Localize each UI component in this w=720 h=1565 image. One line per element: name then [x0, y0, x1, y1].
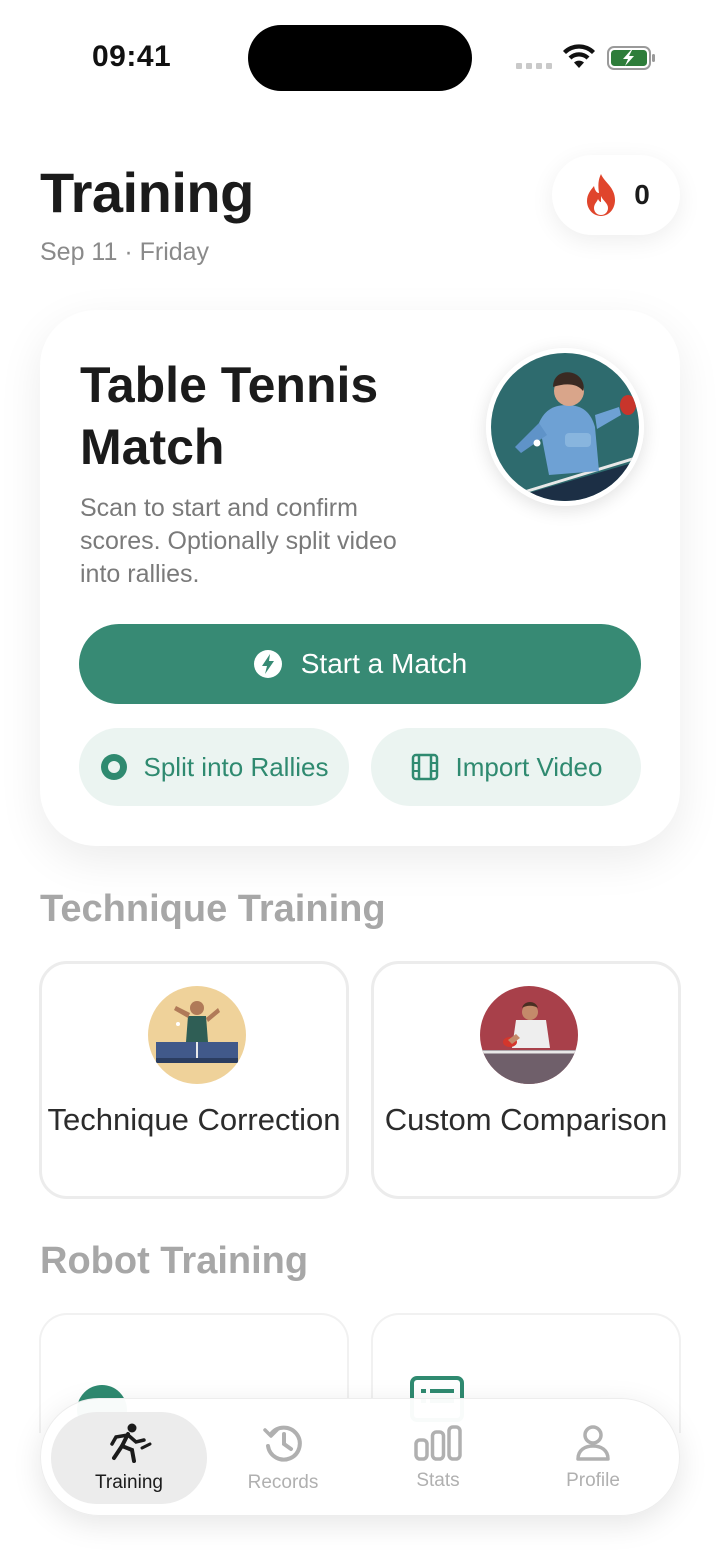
- dynamic-island: [248, 25, 472, 91]
- tab-bar: Training Records Stats Profile: [40, 1398, 680, 1516]
- custom-comparison-label: Custom Comparison: [384, 1102, 668, 1137]
- person-icon: [576, 1425, 610, 1461]
- tab-training[interactable]: Training: [51, 1412, 207, 1504]
- page-date: Sep 11 · Friday: [40, 238, 210, 266]
- match-card: Table Tennis Match Scan to start and con…: [40, 310, 680, 846]
- cellular-signal-icon: [516, 63, 552, 69]
- lightning-bolt-icon: [253, 650, 282, 678]
- streak-badge[interactable]: 0: [552, 155, 680, 235]
- tab-profile-label: Profile: [566, 1470, 620, 1491]
- tab-stats[interactable]: Stats: [360, 1399, 516, 1517]
- wifi-icon: [563, 44, 595, 68]
- tab-profile[interactable]: Profile: [515, 1399, 671, 1517]
- technique-correction-label: Technique Correction: [47, 1102, 341, 1137]
- status-bar: 09:41: [0, 0, 720, 110]
- page-title: Training: [40, 161, 254, 224]
- split-into-rallies-label: Split into Rallies: [143, 751, 329, 782]
- tab-stats-label: Stats: [416, 1470, 460, 1491]
- history-icon: [263, 1425, 302, 1462]
- tab-training-label: Training: [95, 1472, 163, 1493]
- record-dot-icon: [100, 754, 127, 780]
- technique-training-heading: Technique Training: [40, 888, 386, 930]
- status-time: 09:41: [92, 40, 172, 73]
- start-match-button[interactable]: Start a Match: [79, 624, 641, 704]
- import-video-label: Import Video: [455, 751, 603, 782]
- split-into-rallies-button[interactable]: Split into Rallies: [79, 728, 349, 806]
- custom-comparison-illustration: [480, 986, 578, 1084]
- technique-correction-tile[interactable]: Technique Correction: [39, 961, 349, 1199]
- running-figure-icon: [110, 1423, 152, 1463]
- flame-icon: [587, 174, 616, 216]
- robot-training-heading: Robot Training: [40, 1240, 309, 1282]
- technique-correction-illustration: [148, 986, 246, 1084]
- table-tennis-player-illustration: [486, 348, 644, 506]
- custom-comparison-tile[interactable]: Custom Comparison: [371, 961, 681, 1199]
- match-card-title: Table Tennis Match: [80, 357, 379, 475]
- bar-chart-icon: [414, 1425, 462, 1461]
- import-video-button[interactable]: Import Video: [371, 728, 641, 806]
- match-card-description: Scan to start and confirm scores. Option…: [80, 494, 397, 588]
- film-strip-icon: [411, 753, 438, 781]
- tab-records[interactable]: Records: [205, 1399, 361, 1517]
- battery-charging-icon: [607, 46, 655, 70]
- start-match-label: Start a Match: [300, 648, 468, 679]
- streak-count: 0: [634, 179, 650, 210]
- tab-records-label: Records: [247, 1472, 319, 1493]
